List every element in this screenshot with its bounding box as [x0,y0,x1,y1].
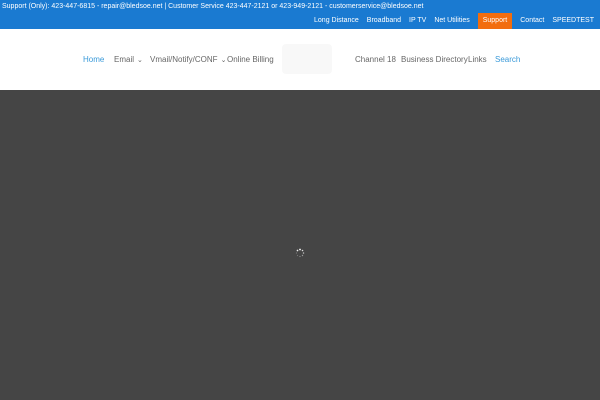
nav-vmail-label: Vmail/Notify/CONF [150,55,218,64]
nav-links-label: Links [468,55,487,64]
nav-home[interactable]: Home [83,55,104,64]
chevron-down-icon: ⌄ [220,56,227,64]
site-header: Home Email ⌄ Vmail/Notify/CONF ⌄ Online … [0,29,600,90]
top-nav-net-utilities[interactable]: Net Utilities [430,13,473,29]
main-nav: Home Email ⌄ Vmail/Notify/CONF ⌄ Online … [0,29,600,90]
nav-online-billing-label: Online Billing [227,55,274,64]
top-nav-contact[interactable]: Contact [516,13,548,29]
top-nav-long-distance[interactable]: Long Distance [310,13,363,29]
nav-vmail[interactable]: Vmail/Notify/CONF ⌄ [150,55,226,64]
nav-search-label: Search [495,55,521,64]
nav-email[interactable]: Email ⌄ [114,55,143,64]
main-content [0,90,600,400]
spinner-icon [295,248,305,258]
top-bar: Support (Only): 423-447-6815 - repair@bl… [0,0,600,29]
nav-links[interactable]: Links [468,55,487,64]
nav-channel-18-label: Channel 18 [355,55,396,64]
nav-email-label: Email [114,55,135,64]
nav-search[interactable]: Search [495,55,520,64]
top-nav-ip-tv[interactable]: IP TV [405,13,430,29]
contact-info-text: Support (Only): 423-447-6815 - repair@bl… [2,3,424,10]
top-nav-broadband[interactable]: Broadband [363,13,405,29]
nav-business-directory[interactable]: Business Directory [401,55,468,64]
top-nav-support[interactable]: Support [477,13,513,29]
nav-online-billing[interactable]: Online Billing [227,55,274,64]
nav-home-label: Home [83,55,105,64]
logo [282,44,332,74]
nav-business-directory-label: Business Directory [401,55,468,64]
nav-channel-18[interactable]: Channel 18 [355,55,396,64]
top-nav: Long Distance Broadband IP TV Net Utilit… [310,13,598,29]
chevron-down-icon: ⌄ [137,56,143,64]
top-nav-speedtest[interactable]: SPEEDTEST [548,13,598,29]
